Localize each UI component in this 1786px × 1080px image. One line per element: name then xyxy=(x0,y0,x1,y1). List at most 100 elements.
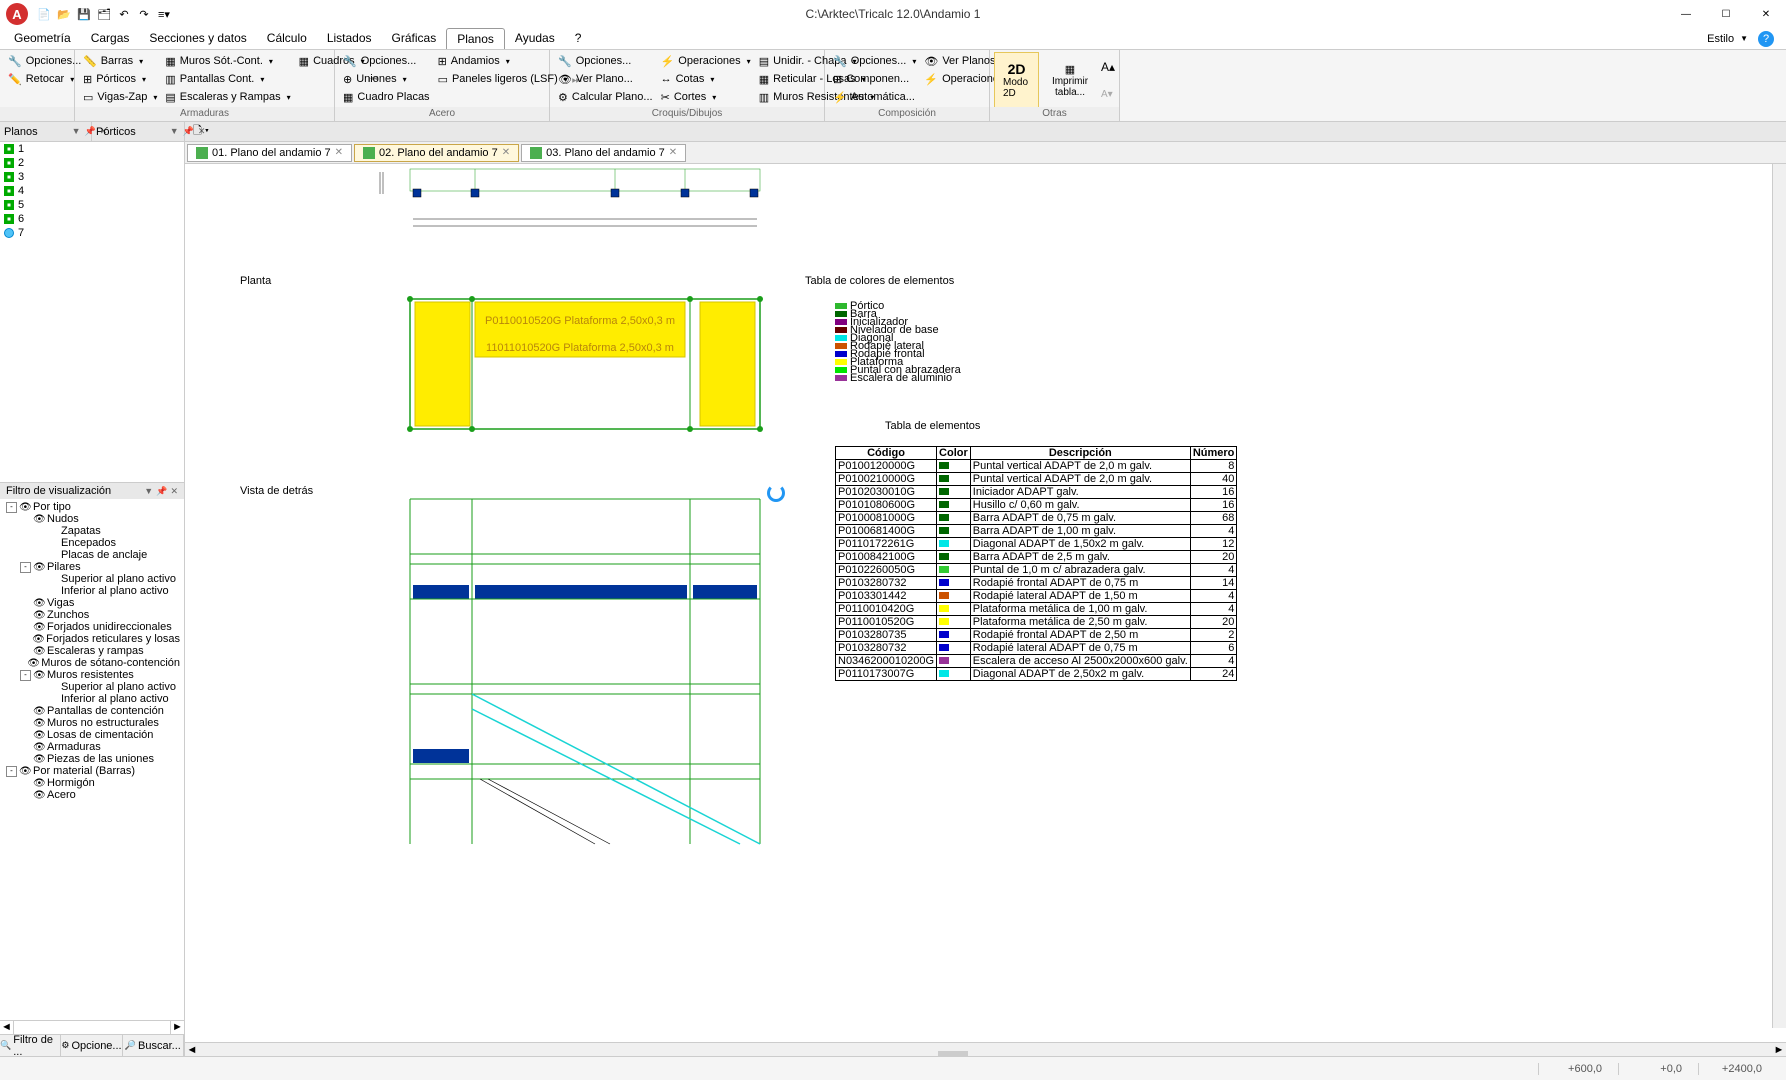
maximize-button[interactable]: ☐ xyxy=(1706,0,1746,28)
tree-item[interactable]: Zapatas xyxy=(2,525,182,537)
tree-item[interactable]: Placas de anclaje xyxy=(2,549,182,561)
tree-item[interactable]: 👁Acero xyxy=(2,789,182,801)
eye-icon[interactable]: 👁 xyxy=(27,658,39,669)
doc-tab[interactable]: 03. Plano del andamio 7✕ xyxy=(521,144,686,162)
cuadro-placas-button[interactable]: ▦Cuadro Placas xyxy=(339,88,434,106)
font-inc-icon[interactable]: A▴ xyxy=(1101,60,1115,74)
tree-item[interactable]: 👁Vigas xyxy=(2,597,182,609)
cotas-button[interactable]: ↔Cotas▾ xyxy=(657,70,755,88)
imprimir-button[interactable]: ▦ Imprimir tabla... xyxy=(1039,52,1101,108)
vertical-scrollbar[interactable] xyxy=(1772,164,1786,1028)
vigas-button[interactable]: ▭Vigas-Zap▾ xyxy=(79,88,161,106)
menu-gráficas[interactable]: Gráficas xyxy=(382,28,447,49)
eye-icon[interactable]: 👁 xyxy=(19,502,31,513)
eye-icon[interactable]: 👁 xyxy=(33,598,45,609)
operaciones-button[interactable]: ⚡Operaciones▾ xyxy=(657,52,755,70)
pantallas-button[interactable]: ▥Pantallas Cont.▾ xyxy=(161,70,294,88)
tree-item[interactable]: 👁Hormigón xyxy=(2,777,182,789)
tree-item[interactable]: Encepados xyxy=(2,537,182,549)
eye-icon[interactable]: 👁 xyxy=(33,790,45,801)
tree-item[interactable]: 👁Zunchos xyxy=(2,609,182,621)
tree-item[interactable]: 👁Muros de sótano-contención xyxy=(2,657,182,669)
tree-item[interactable]: Superior al plano activo xyxy=(2,573,182,585)
escaleras-button[interactable]: ▤Escaleras y Rampas▾ xyxy=(161,88,294,106)
plano-item[interactable]: 3 xyxy=(0,170,184,184)
tree-item[interactable]: 👁Armaduras xyxy=(2,741,182,753)
eye-icon[interactable]: 👁 xyxy=(33,778,45,789)
app-icon[interactable]: A xyxy=(6,3,28,25)
drawing-canvas[interactable]: Planta P0110010520G Plataforma 2,50x0,3 … xyxy=(185,164,1786,1042)
eye-icon[interactable]: 👁 xyxy=(19,766,31,777)
new-icon[interactable]: 📄 xyxy=(36,6,52,22)
dropdown-icon[interactable]: ▼ xyxy=(170,126,179,138)
eye-icon[interactable]: 👁 xyxy=(33,670,45,681)
estilo-menu[interactable]: Estilo xyxy=(1707,33,1734,45)
font-dec-icon[interactable]: A▾ xyxy=(1101,89,1115,100)
tree-item[interactable]: Inferior al plano activo xyxy=(2,585,182,597)
expand-icon[interactable]: - xyxy=(20,562,31,573)
minimize-button[interactable]: — xyxy=(1666,0,1706,28)
tree-item[interactable]: 👁Losas de cimentación xyxy=(2,729,182,741)
eye-icon[interactable]: 👁 xyxy=(33,754,45,765)
eye-icon[interactable]: 👁 xyxy=(33,718,45,729)
tab-close-icon[interactable]: ✕ xyxy=(502,147,510,158)
open-icon[interactable]: 📂 xyxy=(56,6,72,22)
eye-icon[interactable]: 👁 xyxy=(32,634,44,645)
eye-icon[interactable]: 👁 xyxy=(33,646,45,657)
tree-item[interactable]: 👁Pantallas de contención xyxy=(2,705,182,717)
eye-icon[interactable]: 👁 xyxy=(33,706,45,717)
save-icon[interactable]: 💾 xyxy=(76,6,92,22)
tree-item[interactable]: Superior al plano activo xyxy=(2,681,182,693)
menu-cálculo[interactable]: Cálculo xyxy=(257,28,317,49)
undo-icon[interactable]: ↶ xyxy=(116,6,132,22)
close-button[interactable]: ✕ xyxy=(1746,0,1786,28)
opciones-croquis-button[interactable]: 🔧Opciones... xyxy=(554,52,657,70)
porticos-button[interactable]: ⊞Pórticos▾ xyxy=(79,70,161,88)
tree-item[interactable]: 👁Piezas de las uniones xyxy=(2,753,182,765)
plano-item[interactable]: 1 xyxy=(0,142,184,156)
opciones-comp-button[interactable]: 🔧Opciones...▾ xyxy=(829,52,920,70)
tree-item[interactable]: 👁Muros no estructurales xyxy=(2,717,182,729)
menu-planos[interactable]: Planos xyxy=(446,28,505,49)
help-icon[interactable]: ? xyxy=(1758,31,1774,47)
barras-button[interactable]: 📏Barras▾ xyxy=(79,52,161,70)
menu-ayudas[interactable]: Ayudas xyxy=(505,28,565,49)
eye-icon[interactable]: 👁 xyxy=(33,514,45,525)
opciones-acero-button[interactable]: 🔧Opciones... xyxy=(339,52,434,70)
menu-secciones y datos[interactable]: Secciones y datos xyxy=(139,28,256,49)
automatica-button[interactable]: ⚡Automática... xyxy=(829,88,920,106)
plano-item[interactable]: 4 xyxy=(0,184,184,198)
eye-icon[interactable]: 👁 xyxy=(33,622,45,633)
tree-item[interactable]: -👁Por material (Barras) xyxy=(2,765,182,777)
tab-close-icon[interactable]: ✕ xyxy=(335,147,343,158)
dropdown-icon[interactable]: ▼ xyxy=(144,486,153,496)
componer-button[interactable]: ⊞Componen... xyxy=(829,70,920,88)
plano-item[interactable]: 7 xyxy=(0,226,184,240)
scroll-left-icon[interactable]: ◄ xyxy=(0,1021,14,1034)
uniones-button[interactable]: ⊕Uniones▾ xyxy=(339,70,434,88)
redo-icon[interactable]: ↷ xyxy=(136,6,152,22)
filter-tab[interactable]: 🔍Filtro de ... xyxy=(0,1035,61,1056)
pin-icon[interactable]: 📌 xyxy=(156,486,167,496)
menu-geometría[interactable]: Geometría xyxy=(4,28,81,49)
horizontal-scrollbar[interactable]: ◄ ► xyxy=(185,1042,1786,1056)
filter-tab[interactable]: 🔎Buscar... xyxy=(123,1035,184,1056)
scroll-right-icon[interactable]: ► xyxy=(170,1021,184,1034)
tab-close-icon[interactable]: ✕ xyxy=(669,147,677,158)
tree-item[interactable]: 👁Forjados unidireccionales xyxy=(2,621,182,633)
tree-item[interactable]: -👁Muros resistentes xyxy=(2,669,182,681)
layer-icon[interactable]: 🗋 ▾ xyxy=(193,122,209,141)
settings-icon[interactable]: ≡▾ xyxy=(156,6,172,22)
plano-item[interactable]: 6 xyxy=(0,212,184,226)
plano-item[interactable]: 2 xyxy=(0,156,184,170)
dropdown-icon[interactable]: ▼ xyxy=(72,126,81,138)
doc-tab[interactable]: 01. Plano del andamio 7✕ xyxy=(187,144,352,162)
filter-tree[interactable]: -👁Por tipo👁NudosZapatasEncepadosPlacas d… xyxy=(0,499,184,1020)
cortes-button[interactable]: ✂Cortes▾ xyxy=(657,88,755,106)
ver-plano-button[interactable]: 👁Ver Plano... xyxy=(554,70,657,88)
tree-item[interactable]: -👁Pilares xyxy=(2,561,182,573)
menu-listados[interactable]: Listados xyxy=(317,28,382,49)
tree-item[interactable]: -👁Por tipo xyxy=(2,501,182,513)
doc-tab[interactable]: 02. Plano del andamio 7✕ xyxy=(354,144,519,162)
expand-icon[interactable]: - xyxy=(6,766,17,777)
